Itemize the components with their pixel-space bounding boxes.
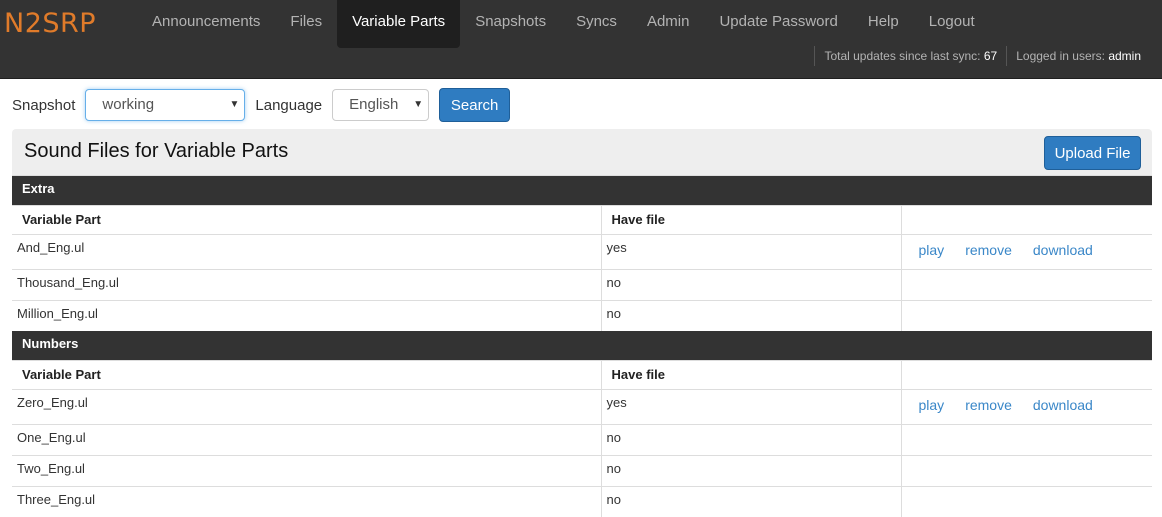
users-label: Logged in users: <box>1016 49 1105 63</box>
filter-toolbar: Snapshot working ▼ Language English ▼ Se… <box>12 88 511 122</box>
variable-part-cell: Million_Eng.ul <box>12 299 602 331</box>
panel-title: Sound Files for Variable Parts <box>24 140 289 162</box>
download-link[interactable]: download <box>1033 242 1093 258</box>
remove-link[interactable]: remove <box>965 397 1012 413</box>
status-bar: Total updates since last sync: 67 Logged… <box>814 46 1150 66</box>
section-name: Numbers <box>12 331 1152 360</box>
table-row: And_Eng.ul yes play remove download <box>12 233 1152 269</box>
column-header-have-file: Have file <box>601 359 902 389</box>
table-row: One_Eng.ul no <box>12 423 1152 455</box>
column-header-actions <box>901 204 1152 234</box>
section-header: Extra <box>12 176 1152 205</box>
actions-cell <box>901 485 1152 517</box>
variable-parts-table: Extra Variable Part Have file And_Eng.ul… <box>12 176 1152 517</box>
nav-logout[interactable]: Logout <box>914 0 990 48</box>
variable-parts-panel: Sound Files for Variable Parts Upload Fi… <box>12 129 1152 517</box>
language-value: English <box>349 96 399 113</box>
column-header-actions <box>901 359 1152 389</box>
table-row: Zero_Eng.ul yes play remove download <box>12 388 1152 424</box>
download-link[interactable]: download <box>1033 397 1093 413</box>
chevron-down-icon: ▼ <box>229 99 240 110</box>
have-file-cell: no <box>601 423 902 455</box>
nav-variable-parts[interactable]: Variable Parts <box>337 0 461 48</box>
variable-part-cell: Two_Eng.ul <box>12 454 602 486</box>
actions-cell <box>901 299 1152 331</box>
play-link[interactable]: play <box>919 242 945 258</box>
variable-part-cell: Thousand_Eng.ul <box>12 268 602 300</box>
table-row: Two_Eng.ul no <box>12 454 1152 486</box>
actions-cell <box>901 454 1152 486</box>
have-file-cell: no <box>601 268 902 300</box>
actions-cell <box>901 268 1152 300</box>
column-header-have-file: Have file <box>601 204 902 234</box>
remove-link[interactable]: remove <box>965 242 1012 258</box>
updates-status: Total updates since last sync: 67 <box>814 46 1006 66</box>
have-file-cell: no <box>601 454 902 486</box>
users-value: admin <box>1108 49 1141 63</box>
panel-header: Sound Files for Variable Parts Upload Fi… <box>12 129 1152 176</box>
table-row: Thousand_Eng.ul no <box>12 268 1152 300</box>
have-file-cell: yes <box>601 233 902 269</box>
variable-part-cell: And_Eng.ul <box>12 233 602 269</box>
nav-help[interactable]: Help <box>853 0 914 48</box>
nav-admin[interactable]: Admin <box>632 0 705 48</box>
nav-syncs[interactable]: Syncs <box>561 0 632 48</box>
section-header: Numbers <box>12 331 1152 360</box>
snapshot-select[interactable]: working ▼ <box>85 89 246 121</box>
column-header-variable-part: Variable Part <box>12 359 602 389</box>
nav-announcements[interactable]: Announcements <box>137 0 275 48</box>
table-row: Million_Eng.ul no <box>12 299 1152 331</box>
nav-update-password[interactable]: Update Password <box>704 0 852 48</box>
have-file-cell: no <box>601 485 902 517</box>
language-select[interactable]: English ▼ <box>332 89 430 121</box>
search-button[interactable]: Search <box>439 88 511 122</box>
column-header-row: Variable Part Have file <box>12 204 1152 234</box>
brand-logo[interactable]: N2SRP <box>4 8 96 39</box>
snapshot-label: Snapshot <box>12 96 76 114</box>
chevron-down-icon: ▼ <box>413 99 424 110</box>
column-header-row: Variable Part Have file <box>12 359 1152 389</box>
users-status: Logged in users: admin <box>1006 46 1150 66</box>
play-link[interactable]: play <box>919 397 945 413</box>
have-file-cell: no <box>601 299 902 331</box>
language-label: Language <box>255 96 323 114</box>
section-name: Extra <box>12 176 1152 205</box>
snapshot-value: working <box>102 96 155 113</box>
upload-file-button[interactable]: Upload File <box>1044 136 1141 170</box>
table-row: Three_Eng.ul no <box>12 485 1152 517</box>
updates-label: Total updates since last sync: <box>824 49 981 63</box>
top-navbar: N2SRP Announcements Files Variable Parts… <box>0 0 1162 79</box>
actions-cell: play remove download <box>901 233 1152 269</box>
updates-count: 67 <box>983 49 998 63</box>
nav-files[interactable]: Files <box>275 0 337 48</box>
nav-snapshots[interactable]: Snapshots <box>460 0 561 48</box>
actions-cell <box>901 423 1152 455</box>
main-nav: Announcements Files Variable Parts Snaps… <box>137 0 990 48</box>
actions-cell: play remove download <box>901 388 1152 424</box>
variable-part-cell: Zero_Eng.ul <box>12 388 602 424</box>
variable-part-cell: Three_Eng.ul <box>12 485 602 517</box>
variable-part-cell: One_Eng.ul <box>12 423 602 455</box>
column-header-variable-part: Variable Part <box>12 204 602 234</box>
have-file-cell: yes <box>601 388 902 424</box>
